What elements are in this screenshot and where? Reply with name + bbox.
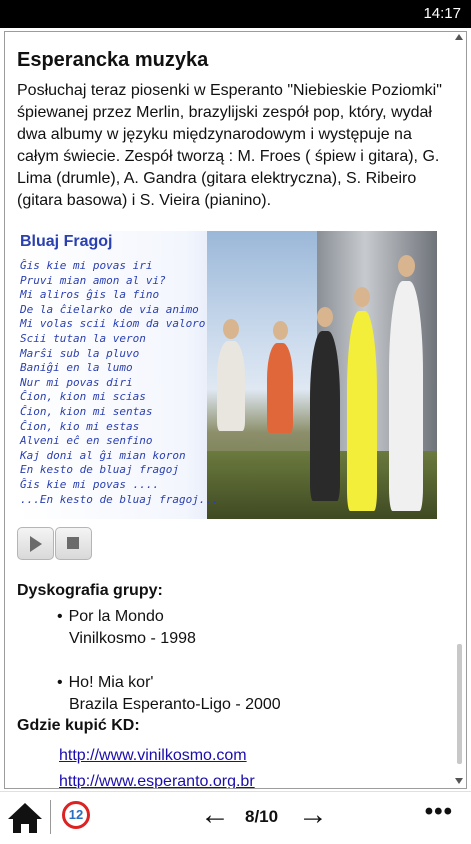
band-member-1 <box>217 341 245 431</box>
album-title: Bluaj Fragoj <box>20 233 113 250</box>
band-member-5 <box>389 281 423 511</box>
lyric-line: Nur mi povas diri <box>20 375 133 389</box>
lyric-line: Marŝi sub la pluvo <box>20 346 140 360</box>
lyric-line: Ĉion, kio mi estas <box>20 419 140 433</box>
article-frame[interactable]: Esperancka muzyka Posłuchaj teraz piosen… <box>4 31 467 789</box>
album-name: Por la Mondo <box>68 608 164 625</box>
scroll-thumb[interactable] <box>457 644 462 764</box>
lyric-line: Scii tutan la veron <box>20 331 146 345</box>
album-detail: Vinilkosmo - 1998 <box>69 630 196 647</box>
link-vinilkosmo[interactable]: http://www.vinilkosmo.com <box>59 743 255 769</box>
lyric-line: Ĝis kie mi povas .... <box>20 477 160 491</box>
list-item: • Ho! Mia kor' Brazila Esperanto-Ligo - 2… <box>57 672 281 716</box>
lyric-line: En kesto de bluaj fragoj <box>20 463 179 477</box>
scroll-down-arrow-icon[interactable] <box>455 778 463 784</box>
status-time: 14:17 <box>423 5 461 22</box>
chapter-badge-button[interactable]: 12 <box>62 801 90 829</box>
link-esperanto-org-br[interactable]: http://www.esperanto.org.br <box>59 769 255 788</box>
home-icon <box>8 803 42 833</box>
lyrics-list: Ĝis kie mi povas iri Pruvi mian amon al … <box>20 259 219 507</box>
bottom-navigation-bar: 12 ← 8/10 → ••• <box>0 791 471 840</box>
divider <box>50 800 51 834</box>
album-cover-image: Bluaj Fragoj Ĝis kie mi povas iri Pruvi … <box>17 231 437 519</box>
page-indicator: 8/10 <box>245 807 279 826</box>
album-detail: Brazila Esperanto-Ligo - 2000 <box>69 696 281 713</box>
intro-paragraph: Posłuchaj teraz piosenki w Esperanto "Ni… <box>17 82 442 209</box>
band-member-1-head <box>223 319 239 339</box>
lyric-line: De la ĉielarko de via animo <box>20 302 199 316</box>
band-member-3 <box>310 331 340 501</box>
more-options-icon[interactable]: ••• <box>425 798 453 826</box>
scroll-up-arrow-icon[interactable] <box>455 34 463 40</box>
lyric-line: Mi aliros ĝis la fino <box>20 288 160 302</box>
bullet: • <box>57 674 63 691</box>
album-name: Ho! Mia kor' <box>68 674 154 691</box>
lyric-line: Pruvi mian amon al vi? <box>20 273 166 287</box>
discography-heading: Dyskografia grupy: <box>17 582 163 599</box>
list-item: • Por la Mondo Vinilkosmo - 1998 <box>57 606 281 650</box>
next-page-arrow-icon[interactable]: → <box>298 800 328 830</box>
bullet: • <box>57 608 63 625</box>
status-bar: 14:17 <box>0 0 471 28</box>
buy-links: http://www.vinilkosmo.com http://www.esp… <box>59 743 255 788</box>
previous-page-arrow-icon[interactable]: ← <box>200 800 230 830</box>
band-member-4-head <box>354 287 370 307</box>
page-title: Esperancka muzyka <box>17 49 209 71</box>
lyric-line: Kaj doni al ĝi mian koron <box>20 448 186 462</box>
lyric-line: Mi volas scii kiom da valoro <box>20 317 206 331</box>
lyric-line: ...En kesto de bluaj fragoj... <box>20 492 219 506</box>
lyric-line: Ĉion, kion mi sentas <box>20 404 153 418</box>
band-member-5-head <box>398 255 415 277</box>
lyric-line: Alveni eĉ en senfino <box>20 434 153 448</box>
stop-icon <box>67 537 79 549</box>
play-button[interactable] <box>17 527 54 560</box>
lyric-line: Ĉion, kion mi scias <box>20 390 146 404</box>
band-member-3-head <box>317 307 333 327</box>
scrollbar[interactable] <box>455 32 464 788</box>
band-member-4 <box>347 311 377 511</box>
lyric-line: Ĝis kie mi povas iri <box>20 259 153 272</box>
buy-heading: Gdzie kupić KD: <box>17 717 140 734</box>
stop-button[interactable] <box>55 527 92 560</box>
play-icon <box>30 536 42 552</box>
band-member-2 <box>267 343 293 433</box>
home-button[interactable] <box>0 795 50 839</box>
band-member-2-head <box>273 321 288 340</box>
lyric-line: Baniĝi en la lumo <box>20 361 133 375</box>
